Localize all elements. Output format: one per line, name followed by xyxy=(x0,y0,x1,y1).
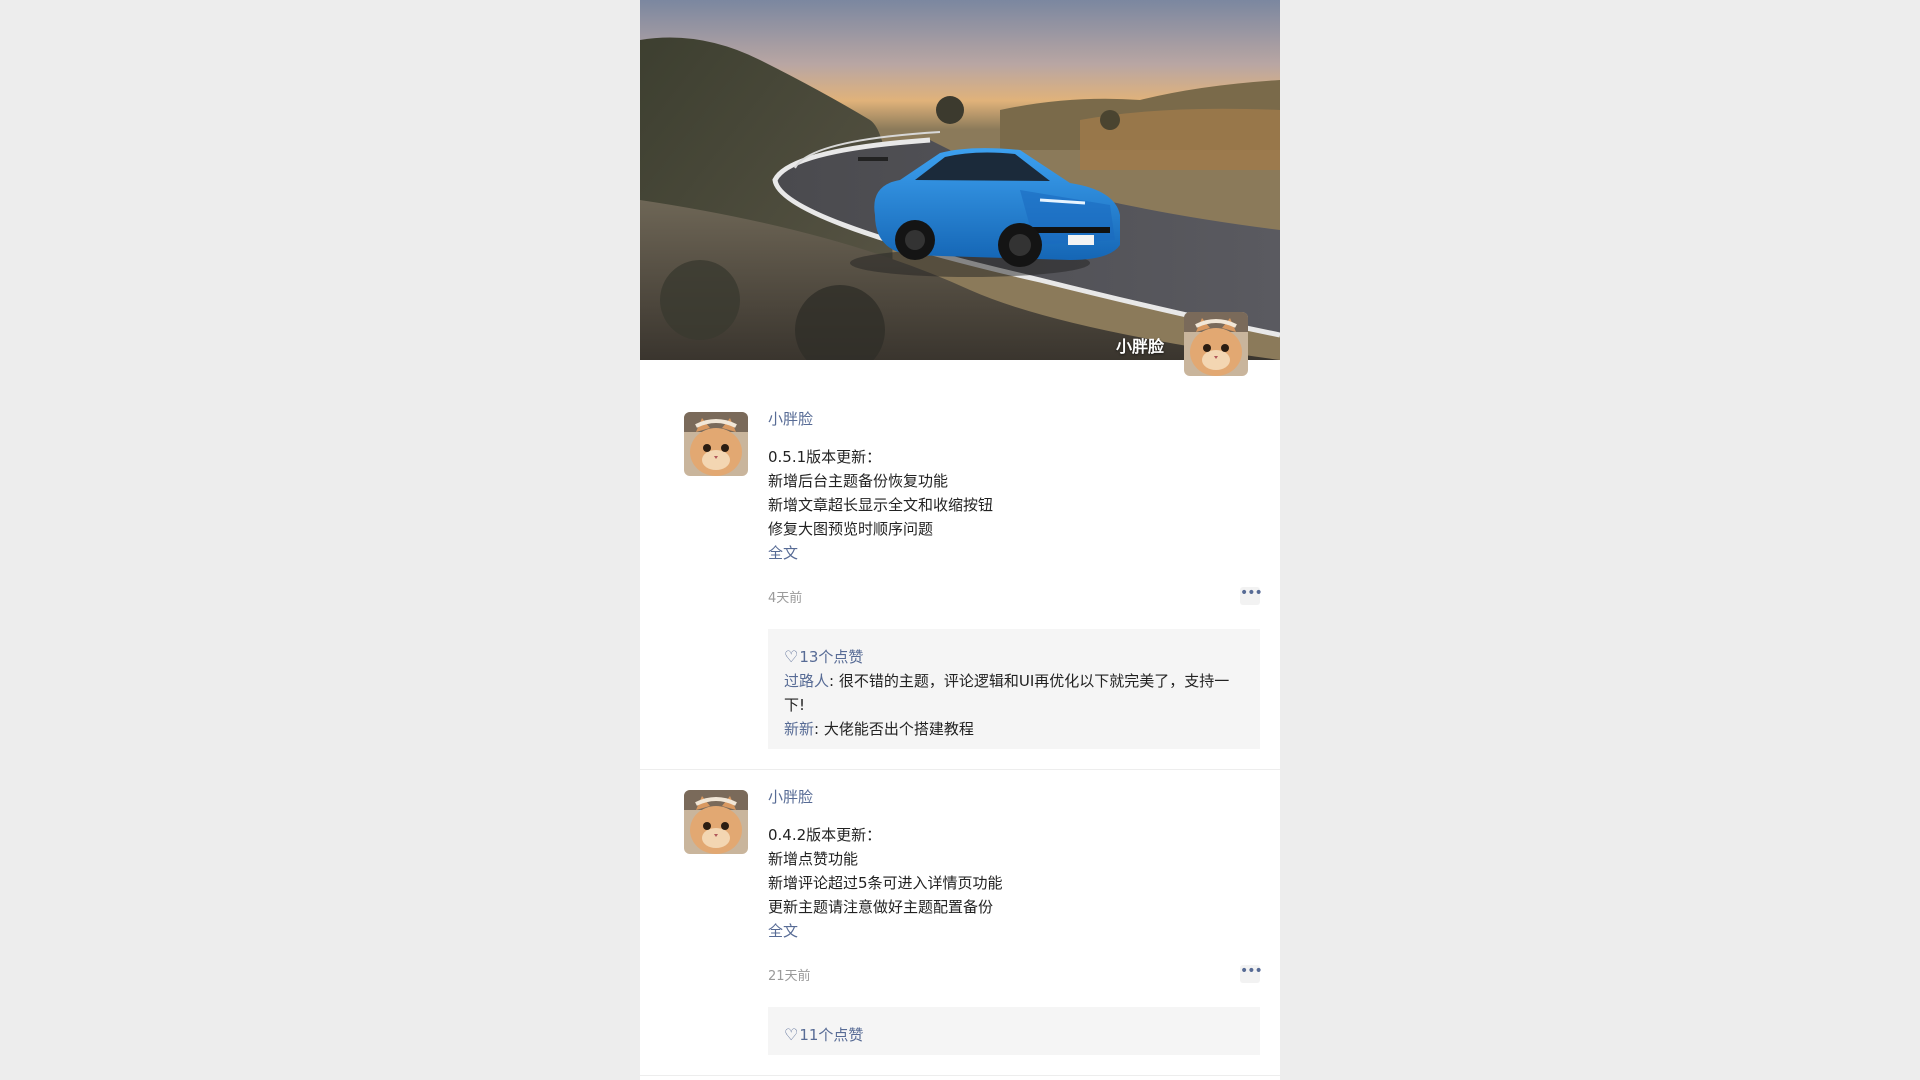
post-text-line: 更新主题请注意做好主题配置备份 xyxy=(768,898,994,916)
avatar[interactable] xyxy=(684,412,748,476)
avatar[interactable] xyxy=(684,790,748,854)
post-text-line: 新增评论超过5条可进入详情页功能 xyxy=(768,874,1003,892)
fulltext-link[interactable]: 全文 xyxy=(768,541,1260,565)
post-meta: 4天前 ••• xyxy=(768,586,1263,607)
cat-avatar-icon xyxy=(684,412,748,476)
likes-count: 13个点赞 xyxy=(799,648,864,666)
cat-avatar-icon xyxy=(684,790,748,854)
post-text-line: 修复大图预览时顺序问题 xyxy=(768,520,934,538)
comment-item[interactable]: 新新: 大佬能否出个搭建教程 xyxy=(784,717,1244,741)
more-dots-icon[interactable]: ••• xyxy=(1240,586,1263,605)
interaction-panel: ♡ 13个点赞 过路人: 很不错的主题，评论逻辑和UI再优化以下就完美了，支持一… xyxy=(768,629,1260,749)
post-author[interactable]: 小胖脸 xyxy=(768,409,1260,429)
moment-post: 小胖脸 0.5.1版本更新： 新增后台主题备份恢复功能 新增文章超长显示全文和收… xyxy=(640,360,1280,770)
post-text-line: 新增文章超长显示全文和收缩按钮 xyxy=(768,496,994,514)
post-text-line: 新增点赞功能 xyxy=(768,850,859,868)
post-content: 0.4.2版本更新： 新增点赞功能 新增评论超过5条可进入详情页功能 更新主题请… xyxy=(768,823,1260,943)
moments-feed: 小胖脸 小胖脸 0.5.1版本更新： 新增后台主题备份恢复功能 新增文章超长显示… xyxy=(640,0,1280,1080)
heart-icon: ♡ xyxy=(784,1025,799,1044)
post-content: 0.5.1版本更新： 新增后台主题备份恢复功能 新增文章超长显示全文和收缩按钮 … xyxy=(768,445,1260,565)
interaction-panel: ♡ 11个点赞 xyxy=(768,1007,1260,1055)
post-text-line: 0.4.2版本更新： xyxy=(768,826,882,844)
comment-text: : 很不错的主题，评论逻辑和UI再优化以下就完美了，支持一下! xyxy=(784,672,1230,714)
comment-author[interactable]: 过路人 xyxy=(784,672,829,690)
comment-item[interactable]: 过路人: 很不错的主题，评论逻辑和UI再优化以下就完美了，支持一下! xyxy=(784,669,1244,717)
likes-row: ♡ 11个点赞 xyxy=(784,1023,1244,1047)
moment-post: 小胖脸 0.4.2版本更新： 新增点赞功能 新增评论超过5条可进入详情页功能 更… xyxy=(640,770,1280,1076)
post-time: 4天前 xyxy=(768,591,803,606)
cover-image[interactable] xyxy=(640,0,1280,360)
cover: 小胖脸 xyxy=(640,0,1280,376)
comment-text: : 大佬能否出个搭建教程 xyxy=(814,720,974,738)
cover-car-illustration xyxy=(640,0,1280,360)
cover-username: 小胖脸 xyxy=(1115,337,1164,356)
more-dots-icon[interactable]: ••• xyxy=(1240,964,1263,983)
fulltext-link[interactable]: 全文 xyxy=(768,919,1260,943)
likes-row: ♡ 13个点赞 xyxy=(784,645,1244,669)
post-text-line: 0.5.1版本更新： xyxy=(768,448,882,466)
post-author[interactable]: 小胖脸 xyxy=(768,787,1260,807)
likes-count: 11个点赞 xyxy=(799,1026,864,1044)
comment-author[interactable]: 新新 xyxy=(784,720,814,738)
post-meta: 21天前 ••• xyxy=(768,964,1263,985)
heart-icon: ♡ xyxy=(784,647,799,666)
post-time: 21天前 xyxy=(768,969,811,984)
post-text-line: 新增后台主题备份恢复功能 xyxy=(768,472,949,490)
